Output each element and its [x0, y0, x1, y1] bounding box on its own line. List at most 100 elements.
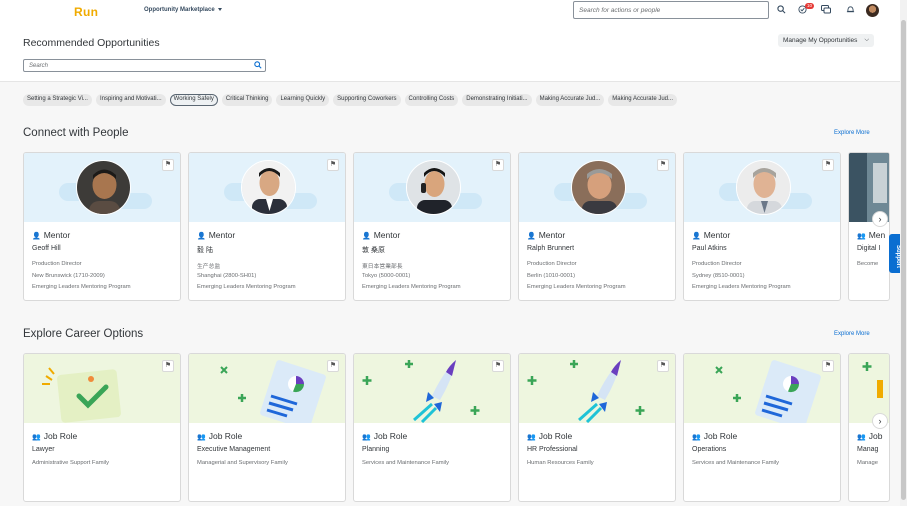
- mentor-program: Emerging Leaders Mentoring Program: [527, 284, 626, 290]
- filter-chip[interactable]: Making Accurate Jud...: [608, 94, 677, 106]
- app-menu-label: Opportunity Marketplace: [144, 7, 215, 13]
- card-type-label: Job Role: [703, 431, 738, 441]
- job-role-card[interactable]: ⚑ 👥 Job Role Lawyer Administrative Suppor…: [23, 353, 181, 502]
- filter-chip[interactable]: Controlling Costs: [404, 94, 459, 106]
- mentor-location: Sydney (8510-0001): [692, 273, 745, 279]
- mentor-photo: [736, 160, 791, 215]
- filter-chip[interactable]: Inspiring and Motivati...: [95, 94, 166, 106]
- page: Run Opportunity Marketplace Search for a…: [0, 0, 907, 506]
- job-role-card[interactable]: ⚑ 👥 Job Role HR Professional Human Resour…: [518, 353, 676, 502]
- job-role-card[interactable]: ⚑ 👥 Job Role Executive Management Manager…: [188, 353, 346, 502]
- person-icon: 👤: [32, 233, 41, 240]
- mentor-location: New Brunswick (1710-2009): [32, 273, 105, 279]
- card-type-label: Mentor: [703, 230, 731, 240]
- card-type-label: Job Role: [373, 431, 408, 441]
- page-scrollbar[interactable]: [900, 0, 907, 506]
- mentor-title: Production Director: [32, 261, 82, 267]
- job-role-icon: 👥: [857, 434, 866, 441]
- opportunity-search-input[interactable]: Search: [23, 59, 266, 72]
- global-search-input[interactable]: Search for actions or people: [573, 1, 769, 19]
- mentor-card[interactable]: ⚑ 👤 Mentor Paul Atkins Production Directo…: [683, 152, 841, 301]
- bookmark-icon[interactable]: ⚑: [162, 159, 174, 171]
- search-icon[interactable]: [776, 5, 786, 15]
- card-banner: [189, 354, 345, 430]
- job-role-name: Lawyer: [32, 446, 55, 453]
- mentor-photo: [571, 160, 626, 215]
- manage-opportunities-button[interactable]: Manage My Opportunities ⌵: [778, 34, 874, 47]
- people-section-title: Connect with People: [23, 127, 129, 139]
- mentor-card[interactable]: ⚑ 👤 Mentor 敦 桑原 東日本営業部長 Tokyo (5000-0001)…: [353, 152, 511, 301]
- mentor-program: Emerging Leaders Mentoring Program: [692, 284, 791, 290]
- card-type: 👥 Job Role: [692, 431, 737, 441]
- card-type: 👥 Men: [857, 230, 885, 240]
- bookmark-icon[interactable]: ⚑: [657, 159, 669, 171]
- people-explore-more-link[interactable]: Explore More: [834, 130, 870, 136]
- job-role-card[interactable]: ⚑ 👥 Job Role Planning Services and Mainte…: [353, 353, 511, 502]
- bookmark-icon[interactable]: ⚑: [327, 360, 339, 372]
- bookmark-icon[interactable]: ⚑: [492, 360, 504, 372]
- people-next-arrow[interactable]: ›: [872, 211, 888, 227]
- mentor-name: Ralph Brunnert: [527, 245, 575, 252]
- mentor-title: 生产总监: [197, 264, 221, 270]
- scrollbar-thumb[interactable]: [901, 20, 906, 500]
- person-icon: 👤: [362, 233, 371, 240]
- career-section-title: Explore Career Options: [23, 328, 144, 340]
- filter-chip-selected[interactable]: Working Safely: [169, 94, 218, 106]
- company-logo[interactable]: Run: [74, 5, 98, 19]
- filter-chip[interactable]: Learning Quickly: [276, 94, 330, 106]
- mentor-card[interactable]: ⚑ 👤 Mentor Geoff Hill Production Director…: [23, 152, 181, 301]
- card-banner: [684, 354, 840, 430]
- job-role-icon: 👥: [362, 434, 371, 441]
- card-type-label: Job Role: [538, 431, 573, 441]
- competency-filter-chips: Setting a Strategic Vi... Inspiring and …: [23, 94, 677, 106]
- job-family: Managerial and Supervisory Family: [197, 460, 288, 466]
- card-banner: [354, 153, 510, 222]
- report-illustration: [220, 360, 326, 430]
- card-type: 👤 Mentor: [197, 230, 235, 240]
- chevron-down-icon: [217, 7, 222, 11]
- filter-chip[interactable]: Critical Thinking: [221, 94, 273, 106]
- mentor-photo: [241, 160, 296, 215]
- mentor-location: Tokyo (5000-0001): [362, 273, 411, 279]
- job-role-card[interactable]: ⚑ 👥 Job Role Operations Services and Main…: [683, 353, 841, 502]
- career-next-arrow[interactable]: ›: [872, 413, 888, 429]
- job-role-name: Planning: [362, 446, 390, 453]
- job-family: Services and Maintenance Family: [362, 460, 449, 466]
- bookmark-icon[interactable]: ⚑: [327, 159, 339, 171]
- mentor-card-partial[interactable]: 👥 Men Digital I Become: [848, 152, 890, 301]
- filter-chip[interactable]: Setting a Strategic Vi...: [23, 94, 92, 106]
- search-icon[interactable]: [254, 61, 262, 71]
- bell-icon[interactable]: [845, 5, 855, 15]
- shell-bar: Run Opportunity Marketplace Search for a…: [0, 0, 900, 22]
- checklist-illustration: [42, 367, 121, 423]
- app-menu-button[interactable]: Opportunity Marketplace: [144, 7, 222, 13]
- card-type-label: Mentor: [208, 230, 236, 240]
- card-type-label: Mentor: [538, 230, 566, 240]
- mentor-location: Berlin (1010-0001): [527, 273, 576, 279]
- bookmark-icon[interactable]: ⚑: [657, 360, 669, 372]
- bookmark-icon[interactable]: ⚑: [822, 360, 834, 372]
- user-avatar[interactable]: [866, 4, 879, 17]
- card-type: 👥 Job Role: [527, 431, 572, 441]
- job-family: Administrative Support Family: [32, 460, 109, 466]
- card-type-label: Job: [868, 431, 883, 441]
- bookmark-icon[interactable]: ⚑: [822, 159, 834, 171]
- report-illustration: [715, 360, 821, 430]
- rocket-illustration: [362, 360, 480, 424]
- bookmark-icon[interactable]: ⚑: [492, 159, 504, 171]
- filter-chip[interactable]: Making Accurate Jud...: [535, 94, 605, 106]
- job-role-name: HR Professional: [527, 446, 578, 453]
- card-type: 👤 Mentor: [362, 230, 400, 240]
- bookmark-icon[interactable]: ⚑: [162, 360, 174, 372]
- mentor-card[interactable]: ⚑ 👤 Mentor 毅 陆 生产总监 Shanghai (2800-SH01) …: [188, 152, 346, 301]
- job-family: Human Resources Family: [527, 460, 594, 466]
- career-explore-more-link[interactable]: Explore More: [834, 331, 870, 337]
- mentor-name: Geoff Hill: [32, 245, 61, 252]
- feedback-icon[interactable]: [821, 5, 831, 15]
- card-banner: [24, 153, 180, 222]
- card-type-label: Job Role: [208, 431, 243, 441]
- card-type: 👥 Job Role: [32, 431, 77, 441]
- filter-chip[interactable]: Supporting Coworkers: [333, 94, 401, 106]
- filter-chip[interactable]: Demonstrating Initiati...: [462, 94, 532, 106]
- mentor-card[interactable]: ⚑ 👤 Mentor Ralph Brunnert Production Dire…: [518, 152, 676, 301]
